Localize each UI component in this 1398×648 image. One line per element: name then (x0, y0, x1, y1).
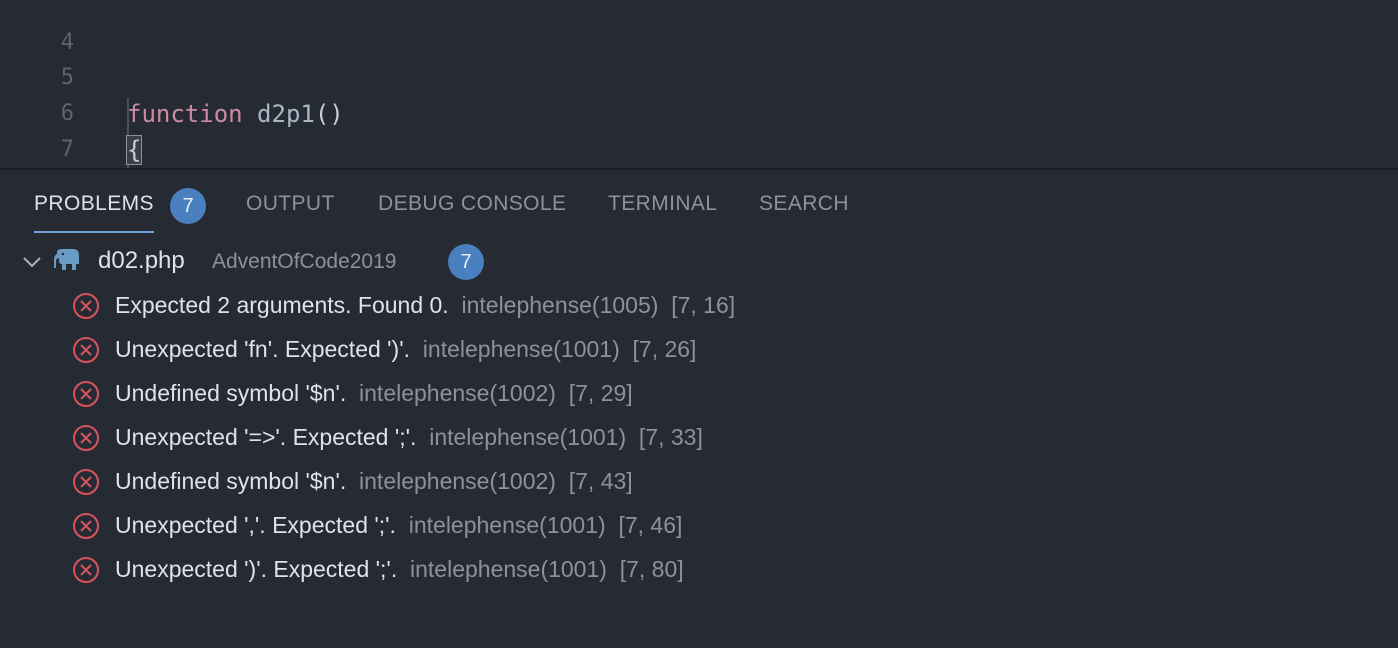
problem-message: Unexpected ','. Expected ';'. (115, 512, 396, 538)
problem-text: Unexpected 'fn'. Expected ')'. intelephe… (115, 336, 696, 363)
tab-problems[interactable]: PROBLEMS (34, 192, 154, 216)
problem-source: intelephense(1002) (359, 468, 556, 494)
problem-source: intelephense(1001) (410, 556, 607, 582)
bottom-panel: PROBLEMS 7 OUTPUT DEBUG CONSOLE TERMINAL… (0, 170, 1398, 648)
problem-text: Expected 2 arguments. Found 0. intelephe… (115, 292, 735, 319)
code-line-8[interactable]: 8 (0, 132, 1398, 168)
problem-text: Undefined symbol '$n'. intelephense(1002… (115, 468, 633, 495)
file-folder: AdventOfCode2019 (212, 250, 397, 273)
problem-row[interactable]: Undefined symbol '$n'. intelephense(1002… (0, 462, 1398, 506)
problem-message: Unexpected ')'. Expected ';'. (115, 556, 398, 582)
problem-text: Unexpected ')'. Expected ';'. intelephen… (115, 556, 684, 583)
error-icon (73, 469, 99, 495)
error-icon (73, 513, 99, 539)
problem-position: [7, 33] (638, 424, 703, 450)
problem-message: Undefined symbol '$n'. (115, 468, 347, 494)
code-line-6[interactable]: 6 { (0, 60, 1398, 165)
code-line-4[interactable]: 4 (0, 0, 1398, 55)
problem-position: [7, 46] (618, 512, 683, 538)
problem-message: Unexpected 'fn'. Expected ')'. (115, 336, 411, 362)
active-tab-indicator (34, 231, 154, 233)
problem-source: intelephense(1001) (429, 424, 627, 450)
problem-position: [7, 80] (619, 556, 684, 582)
problem-position: [7, 26] (632, 336, 697, 362)
problem-row[interactable]: Unexpected '=>'. Expected ';'. intelephe… (0, 418, 1398, 462)
code-line-5[interactable]: 5 function d2p1() (0, 24, 1398, 128)
problem-message: Expected 2 arguments. Found 0. (115, 292, 449, 318)
error-icon (73, 557, 99, 583)
problem-row[interactable]: Unexpected ')'. Expected ';'. intelephen… (0, 550, 1398, 594)
error-icon (73, 381, 99, 407)
problem-row[interactable]: Expected 2 arguments. Found 0. intelephe… (0, 286, 1398, 330)
error-icon (73, 337, 99, 363)
problem-text: Unexpected ','. Expected ';'. intelephen… (115, 512, 682, 539)
problem-row[interactable]: Undefined symbol '$n'. intelephense(1002… (0, 374, 1398, 418)
problem-source: intelephense(1001) (422, 336, 620, 362)
problem-source: intelephense(1002) (359, 380, 556, 406)
problem-source: intelephense(1001) (408, 512, 606, 538)
php-elephant-icon (54, 249, 79, 270)
problem-row[interactable]: Unexpected ','. Expected ';'. intelephen… (0, 506, 1398, 550)
tab-terminal[interactable]: TERMINAL (608, 192, 717, 216)
error-icon (73, 425, 99, 451)
file-problems-badge: 7 (448, 244, 484, 280)
tab-debug-console[interactable]: DEBUG CONSOLE (378, 192, 566, 216)
problem-position: [7, 16] (671, 292, 736, 318)
problem-text: Undefined symbol '$n'. intelephense(1002… (115, 380, 633, 407)
problem-position: [7, 43] (568, 468, 633, 494)
problem-row[interactable]: Unexpected 'fn'. Expected ')'. intelephe… (0, 330, 1398, 374)
problems-count-badge: 7 (170, 188, 206, 224)
code-line-7[interactable]: 7 $intCode = array_map(fn($n) ⇒ intval($… (0, 96, 1398, 162)
panel-tabs: PROBLEMS 7 OUTPUT DEBUG CONSOLE TERMINAL… (0, 170, 1398, 236)
problem-message: Unexpected '=>'. Expected ';'. (115, 424, 417, 450)
problem-position: [7, 29] (568, 380, 633, 406)
chevron-down-icon[interactable] (20, 250, 44, 274)
file-name: d02.php (98, 247, 185, 274)
code-editor[interactable]: 4 5 function d2p1() 6 { 7 $intCode = arr… (0, 0, 1398, 168)
problem-source: intelephense(1005) (461, 292, 659, 318)
problem-text: Unexpected '=>'. Expected ';'. intelephe… (115, 424, 703, 451)
file-group-row[interactable]: d02.php AdventOfCode2019 7 (0, 242, 1398, 282)
problem-message: Undefined symbol '$n'. (115, 380, 347, 406)
error-icon (73, 293, 99, 319)
tab-output[interactable]: OUTPUT (246, 192, 335, 216)
tab-search[interactable]: SEARCH (759, 192, 849, 216)
